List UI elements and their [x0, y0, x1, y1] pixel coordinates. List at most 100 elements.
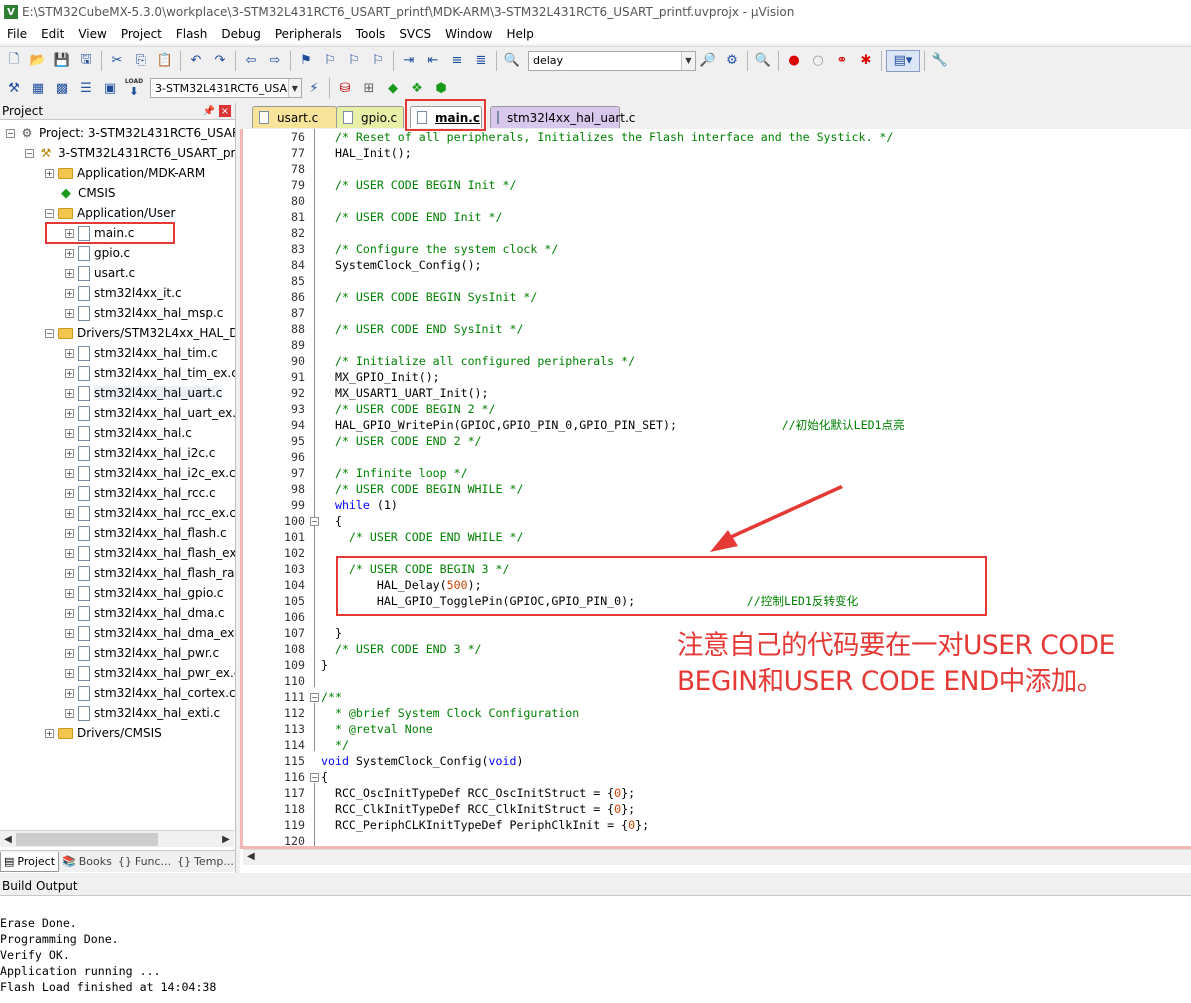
navigate-back-icon[interactable]: ⇦	[240, 50, 262, 72]
save-all-icon[interactable]: 🖫	[75, 50, 97, 72]
tree-expander-icon[interactable]: −	[45, 208, 54, 218]
code-line[interactable]: /* USER CODE BEGIN SysInit */	[321, 289, 537, 305]
tree-item[interactable]: − Application/User	[45, 203, 175, 223]
tree-item[interactable]: + stm32l4xx_hal_flash_ram	[65, 563, 235, 583]
code-line[interactable]: /**	[321, 689, 342, 705]
menu-item-view[interactable]: View	[71, 24, 113, 44]
code-line[interactable]: SystemClock_Config();	[321, 257, 482, 273]
tree-item[interactable]: + stm32l4xx_hal_flash_ex.c	[65, 543, 235, 563]
rebuild-icon[interactable]: ▩	[51, 77, 73, 99]
tree-item[interactable]: + stm32l4xx_hal_msp.c	[65, 303, 223, 323]
redo-icon[interactable]: ↷	[209, 50, 231, 72]
save-icon[interactable]: 💾	[51, 50, 73, 72]
tree-item[interactable]: + stm32l4xx_hal_pwr_ex.c	[65, 663, 235, 683]
menu-item-edit[interactable]: Edit	[34, 24, 71, 44]
code-line[interactable]: /* USER CODE BEGIN WHILE */	[321, 481, 523, 497]
bookmark-icon[interactable]: ⚑	[295, 50, 317, 72]
tree-expander-icon[interactable]: +	[65, 388, 74, 398]
tree-item[interactable]: + stm32l4xx_hal_dma_ex.c	[65, 623, 235, 643]
find-combo[interactable]: delay ▼	[528, 50, 696, 71]
copy-icon[interactable]: ⎘	[130, 50, 152, 72]
code-line[interactable]: * @retval None	[321, 721, 433, 737]
panel-tab-temp[interactable]: {} Temp...	[174, 852, 237, 872]
tree-item[interactable]: −⚙ Project: 3-STM32L431RCT6_USART_p	[6, 123, 235, 143]
menu-item-file[interactable]: File	[0, 24, 34, 44]
tree-item[interactable]: + usart.c	[65, 263, 135, 283]
run-time-environment-icon[interactable]: ❖	[406, 77, 428, 99]
target-options-icon[interactable]: ⚡	[303, 77, 325, 99]
tree-item[interactable]: −⚒ 3-STM32L431RCT6_USART_printf	[25, 143, 235, 163]
menu-item-help[interactable]: Help	[499, 24, 540, 44]
unindent-icon[interactable]: ⇤	[422, 50, 444, 72]
find-in-files-icon[interactable]: 🔍	[501, 50, 523, 72]
tree-item[interactable]: + stm32l4xx_hal_uart_ex.c	[65, 403, 235, 423]
scroll-right-icon[interactable]: ▶	[218, 834, 234, 845]
code-line[interactable]: {	[321, 769, 328, 785]
disable-breakpoint-icon[interactable]: ○	[807, 50, 829, 72]
breakpoint-icon[interactable]: ●	[783, 50, 805, 72]
tree-expander-icon[interactable]: +	[65, 368, 74, 378]
tree-item[interactable]: + stm32l4xx_hal_i2c.c	[65, 443, 215, 463]
chevron-down-icon[interactable]: ▼	[287, 79, 301, 97]
pack-installer-icon[interactable]: ◆	[382, 77, 404, 99]
paste-icon[interactable]: 📋	[154, 50, 176, 72]
navigate-forward-icon[interactable]: ⇨	[264, 50, 286, 72]
code-line[interactable]: /* USER CODE END SysInit */	[321, 321, 523, 337]
code-line[interactable]: HAL_Init();	[321, 145, 412, 161]
tree-item[interactable]: + Application/MDK-ARM	[45, 163, 205, 183]
tree-item[interactable]: + stm32l4xx_hal_exti.c	[65, 703, 220, 723]
tab-stm32l4xx_hal_uart-c[interactable]: stm32l4xx_hal_uart.c	[490, 106, 635, 128]
tree-item[interactable]: ◆ CMSIS	[45, 183, 116, 203]
tree-expander-icon[interactable]: +	[65, 428, 74, 438]
tree-item[interactable]: + stm32l4xx_hal_rcc.c	[65, 483, 216, 503]
tree-expander-icon[interactable]: −	[45, 328, 54, 338]
menu-item-debug[interactable]: Debug	[214, 24, 267, 44]
tree-expander-icon[interactable]: +	[65, 628, 74, 638]
select-software-packs-icon[interactable]: ⬢	[430, 77, 452, 99]
code-line[interactable]: /* USER CODE END WHILE */	[321, 529, 524, 545]
fold-toggle-icon[interactable]: −	[310, 693, 319, 702]
code-line[interactable]: while (1)	[321, 497, 398, 513]
menu-item-flash[interactable]: Flash	[169, 24, 214, 44]
tree-expander-icon[interactable]: +	[65, 708, 74, 718]
tree-expander-icon[interactable]: +	[65, 248, 74, 258]
code-line[interactable]: }	[321, 625, 342, 641]
tree-expander-icon[interactable]: +	[65, 608, 74, 618]
scroll-left-icon[interactable]: ◀	[247, 851, 255, 862]
incremental-find-icon[interactable]: ⚙	[721, 50, 743, 72]
download-load-icon[interactable]: LOAD ⬇	[123, 77, 145, 99]
panel-tab-books[interactable]: 📚 Books	[59, 852, 115, 872]
disable-all-breakpoints-icon[interactable]: ⚭	[831, 50, 853, 72]
code-line[interactable]: /* Reset of all peripherals, Initializes…	[321, 129, 893, 145]
tree-item[interactable]: + gpio.c	[65, 243, 130, 263]
tree-item[interactable]: + stm32l4xx_hal_uart.c	[65, 383, 223, 403]
menu-item-tools[interactable]: Tools	[349, 24, 393, 44]
code-line[interactable]: /* Initialize all configured peripherals…	[321, 353, 635, 369]
tree-item[interactable]: + stm32l4xx_hal_pwr.c	[65, 643, 219, 663]
menu-item-svcs[interactable]: SVCS	[392, 24, 438, 44]
stop-build-icon[interactable]: ▣	[99, 77, 121, 99]
tree-item[interactable]: + stm32l4xx_hal_rcc_ex.c	[65, 503, 235, 523]
prev-bookmark-icon[interactable]: ⚐	[319, 50, 341, 72]
menu-item-project[interactable]: Project	[114, 24, 169, 44]
tree-item[interactable]: + stm32l4xx_hal_i2c_ex.c	[65, 463, 235, 483]
find-icon[interactable]: 🔎	[697, 50, 719, 72]
editor-horizontal-scrollbar[interactable]: ◀	[243, 849, 1191, 865]
chevron-down-icon[interactable]: ▼	[681, 51, 695, 70]
code-line[interactable]: /* USER CODE BEGIN Init */	[321, 177, 517, 193]
close-icon[interactable]: ×	[219, 105, 231, 117]
code-line[interactable]: /* USER CODE END 2 */	[321, 433, 482, 449]
tab-usart-c[interactable]: usart.c	[252, 106, 337, 128]
code-line[interactable]: MX_USART1_UART_Init();	[321, 385, 489, 401]
comment-icon[interactable]: ≡	[446, 50, 468, 72]
tree-item[interactable]: + stm32l4xx_it.c	[65, 283, 182, 303]
tree-item[interactable]: + Drivers/CMSIS	[45, 723, 162, 743]
tab-gpio-c[interactable]: gpio.c	[336, 106, 404, 128]
tree-horizontal-scrollbar[interactable]: ◀ ▶	[0, 830, 234, 847]
tree-expander-icon[interactable]: +	[65, 648, 74, 658]
panel-tab-func[interactable]: {} Func...	[115, 852, 174, 872]
file-extensions-icon[interactable]: ⊞	[358, 77, 380, 99]
tree-expander-icon[interactable]: +	[45, 728, 54, 738]
code-line[interactable]: /* USER CODE BEGIN 2 */	[321, 401, 496, 417]
tree-expander-icon[interactable]: +	[65, 688, 74, 698]
